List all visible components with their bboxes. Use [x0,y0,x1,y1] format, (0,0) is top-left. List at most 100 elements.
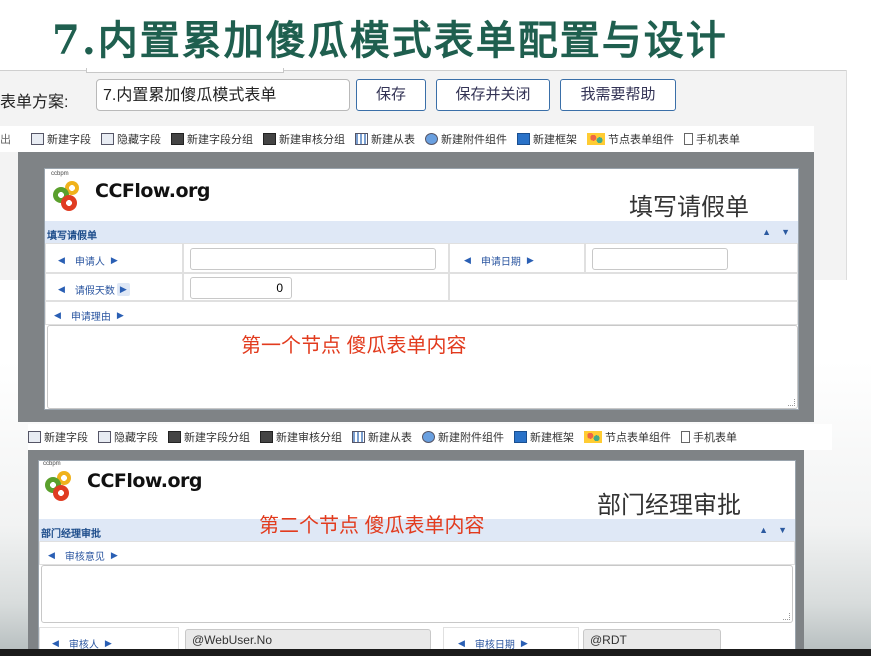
move-arrows-icon[interactable]: ▲ ▼ [762,227,790,237]
reviewer-input[interactable]: @WebUser.No [185,629,431,651]
mobile-form-label: 手机表单 [693,432,737,444]
days-input[interactable]: 0 [190,277,292,299]
apply-date-label-cell: ◀ 申请日期 ▶ [449,243,585,273]
applicant-input[interactable] [190,248,436,270]
reason-label: 申请理由 [70,312,111,323]
mobile-icon [684,133,693,145]
save-button[interactable]: 保存 [356,79,426,111]
attachment-icon [425,133,438,145]
scheme-label: 表单方案: [0,94,69,111]
hide-field-icon [98,431,111,443]
frame-icon [517,133,530,145]
node-form-component-label: 节点表单组件 [608,134,674,146]
new-frame-button-2[interactable]: 新建框架 [514,429,574,445]
new-field-button[interactable]: 新建字段 [31,131,91,147]
resize-handle-icon[interactable] [788,399,795,406]
form2-group-label: 部门经理审批 [41,529,101,540]
applicant-label: 申请人 [74,257,105,268]
applicant-cell [183,243,449,273]
toolbar-top: 出 新建字段 隐藏字段 新建字段分组 新建审核分组 新建从表 新建附件组件 新建… [0,126,814,152]
new-field-label: 新建字段 [44,432,88,444]
reviewer-label-cell: ◀ 审核人 ▶ [39,627,179,651]
days-label: 请假天数 [74,286,115,297]
move-arrows-icon[interactable]: ▲ ▼ [759,525,787,535]
new-field-group-button[interactable]: 新建字段分组 [171,131,253,147]
new-field-icon [28,431,41,443]
bottom-strip [0,649,871,656]
apply-date-label: 申请日期 [480,257,521,268]
logo-text: CCFlow.org [87,470,203,492]
hide-field-label: 隐藏字段 [117,134,161,146]
new-field-button-2[interactable]: 新建字段 [28,429,88,445]
form1-heading: 填写请假单 [629,194,749,221]
node-form-component-button-2[interactable]: 节点表单组件 [584,429,671,445]
new-field-icon [31,133,44,145]
opinion-label-cell: ◀ 审核意见 ▶ [39,541,795,565]
hide-field-icon [101,133,114,145]
form2-heading: 部门经理审批 [597,492,741,519]
new-review-group-label: 新建审核分组 [279,134,345,146]
new-subtable-button-2[interactable]: 新建从表 [352,429,412,445]
gears-icon: ccbpm [49,171,91,211]
form1-group-label: 填写请假单 [47,231,97,242]
logo-small-text: ccbpm [43,461,61,467]
hide-field-button-2[interactable]: 隐藏字段 [98,429,158,445]
node-form-component-button[interactable]: 节点表单组件 [587,131,674,147]
new-subtable-label: 新建从表 [371,134,415,146]
gears-icon: ccbpm [41,461,83,501]
resize-handle-icon[interactable] [783,613,790,620]
mobile-icon [681,431,690,443]
new-attachment-label: 新建附件组件 [441,134,507,146]
logo-text: CCFlow.org [95,180,211,202]
apply-date-cell [585,243,798,273]
new-review-group-button[interactable]: 新建审核分组 [263,131,345,147]
new-subtable-label: 新建从表 [368,432,412,444]
form2-logo: ccbpm CCFlow.org [41,461,203,501]
toolbar-bottom: 新建字段 隐藏字段 新建字段分组 新建审核分组 新建从表 新建附件组件 新建框架… [28,424,832,450]
new-field-group-button-2[interactable]: 新建字段分组 [168,429,250,445]
frame-icon [514,431,527,443]
hide-field-label: 隐藏字段 [114,432,158,444]
new-attachment-button-2[interactable]: 新建附件组件 [422,429,504,445]
reason-label-cell: ◀ 申请理由 ▶ [45,301,798,325]
subtable-icon [352,431,365,443]
new-review-group-button-2[interactable]: 新建审核分组 [260,429,342,445]
new-subtable-button[interactable]: 新建从表 [355,131,415,147]
new-attachment-label: 新建附件组件 [438,432,504,444]
new-field-label: 新建字段 [47,134,91,146]
slide-title: 7.内置累加傻瓜模式表单配置与设计 [52,17,728,64]
subtable-icon [355,133,368,145]
empty-cell [449,273,798,301]
form1-logo: ccbpm CCFlow.org [49,171,211,211]
apply-date-input[interactable] [592,248,728,270]
node-form-component-label: 节点表单组件 [605,432,671,444]
review-date-input[interactable]: @RDT [583,629,721,651]
form2: ccbpm CCFlow.org 部门经理审批 部门经理审批 ▲ ▼ 第二个节点… [38,460,796,651]
new-frame-label: 新建框架 [533,134,577,146]
applicant-label-cell: ◀ 申请人 ▶ [45,243,183,273]
review-group-icon [260,431,273,443]
help-button[interactable]: 我需要帮助 [560,79,676,111]
toolbar-lead: 出 [0,134,11,146]
mobile-form-button-2[interactable]: 手机表单 [681,429,737,445]
mobile-form-button[interactable]: 手机表单 [684,131,740,147]
field-group-icon [168,431,181,443]
hide-field-button[interactable]: 隐藏字段 [101,131,161,147]
field-group-icon [171,133,184,145]
node-component-icon [584,431,602,443]
days-label-cell: ◀ 请假天数 ▶ [45,273,183,301]
opinion-textarea[interactable] [41,565,793,623]
form2-note: 第二个节点 傻瓜表单内容 [259,515,485,537]
form1: ccbpm CCFlow.org 填写请假单 填写请假单 ▲ ▼ ◀ 申请人 ▶ ◀… [44,168,799,410]
attachment-icon [422,431,435,443]
form1-group-band: 填写请假单 ▲ ▼ [45,221,798,243]
node-component-icon [587,133,605,145]
new-attachment-button[interactable]: 新建附件组件 [425,131,507,147]
logo-small-text: ccbpm [51,171,69,177]
new-frame-button[interactable]: 新建框架 [517,131,577,147]
new-frame-label: 新建框架 [530,432,574,444]
scheme-input[interactable]: 7.内置累加傻瓜模式表单 [96,79,350,111]
new-review-group-label: 新建审核分组 [276,432,342,444]
review-group-icon [263,133,276,145]
save-close-button[interactable]: 保存并关闭 [436,79,550,111]
